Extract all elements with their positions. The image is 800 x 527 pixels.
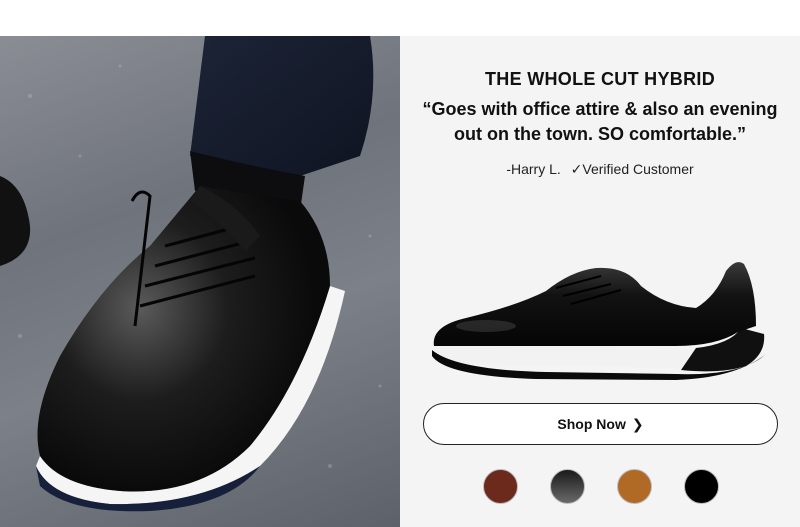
review-quote: “Goes with office attire & also an eveni… (400, 97, 800, 147)
shoe-worn-image (0, 36, 382, 512)
color-swatches (400, 469, 800, 505)
swatch-brown[interactable] (483, 469, 518, 504)
review-quote-line-1: “Goes with office attire & also an eveni… (422, 99, 778, 119)
review-attribution: -Harry L. ✓Verified Customer (400, 161, 800, 178)
product-image[interactable] (426, 246, 772, 381)
product-panel: THE WHOLE CUT HYBRID “Goes with office a… (400, 36, 800, 527)
chevron-right-icon: ❯ (631, 415, 644, 432)
product-title: THE WHOLE CUT HYBRID (485, 69, 715, 89)
shop-now-button[interactable]: Shop Now ❯ (423, 403, 778, 445)
lifestyle-photo (0, 36, 400, 527)
swatch-tan[interactable] (617, 469, 652, 504)
top-spacer (0, 0, 800, 36)
review-quote-line-2: out on the town. SO comfortable.” (454, 124, 746, 144)
reviewer-name: -Harry L. (506, 161, 561, 177)
verified-badge: ✓Verified Customer (570, 161, 694, 177)
shop-now-label: Shop Now (557, 416, 626, 432)
swatch-black-gradient[interactable] (550, 469, 585, 504)
swatch-black[interactable] (684, 469, 719, 504)
